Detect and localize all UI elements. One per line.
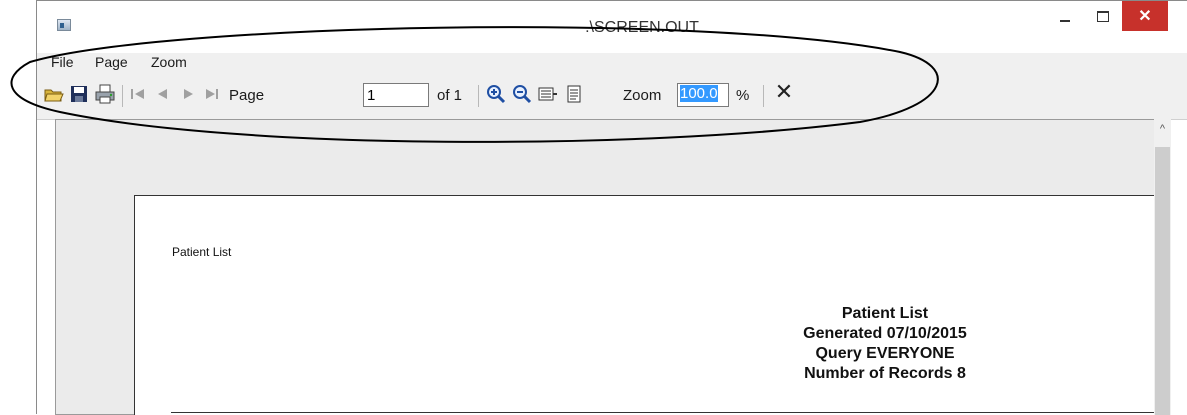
first-page-icon — [131, 89, 144, 99]
save-button[interactable] — [68, 83, 90, 105]
report-header: Patient List Generated 07/10/2015 Query … — [745, 304, 1025, 384]
zoom-out-button[interactable] — [511, 83, 533, 105]
page-count-label: of 1 — [437, 87, 463, 104]
zoom-value: 100.0 — [680, 85, 718, 102]
close-preview-button[interactable]: ✕ — [773, 79, 795, 104]
page-label: Page — [229, 87, 265, 104]
scroll-up-icon[interactable]: ^ — [1154, 123, 1171, 137]
page-width-button[interactable] — [537, 83, 559, 105]
open-folder-icon — [44, 89, 64, 102]
toolbar-separator — [763, 85, 764, 107]
save-disk-icon — [71, 86, 87, 102]
vertical-scrollbar[interactable]: ^ — [1154, 119, 1171, 415]
close-button[interactable]: ✕ — [1122, 1, 1168, 31]
report-divider — [171, 412, 1154, 413]
menu-page[interactable]: Page — [95, 54, 128, 70]
close-icon: ✕ — [1138, 8, 1152, 25]
whole-page-button[interactable] — [563, 83, 585, 105]
toolbar: Page of 1 — [37, 73, 1187, 120]
title-bar: .\SCREEN.OUT ✕ — [37, 1, 1187, 45]
first-page-button[interactable] — [128, 83, 148, 105]
menu-zoom[interactable]: Zoom — [151, 54, 187, 70]
page-number-input[interactable] — [363, 83, 429, 107]
next-page-icon — [184, 89, 193, 99]
last-page-button[interactable] — [201, 83, 223, 105]
percent-label: % — [736, 87, 750, 104]
preview-window: .\SCREEN.OUT ✕ File Page Zoom Page 1 of … — [36, 0, 1187, 415]
report-small-title: Patient List — [172, 245, 232, 259]
maximize-button[interactable] — [1086, 1, 1120, 31]
previous-page-icon — [158, 89, 167, 99]
page-width-icon — [538, 87, 557, 101]
report-query: Query EVERYONE — [815, 345, 955, 362]
minimize-button[interactable] — [1048, 1, 1082, 31]
next-page-button[interactable] — [179, 83, 199, 105]
window-title: .\SCREEN.OUT — [585, 19, 699, 36]
report-record-count: Number of Records 8 — [804, 365, 966, 382]
toolbar-separator — [478, 85, 479, 107]
zoom-out-icon — [513, 85, 532, 104]
zoom-input[interactable]: 100.0 — [677, 83, 729, 107]
zoom-in-button[interactable] — [485, 83, 507, 105]
whole-page-icon — [567, 85, 581, 103]
report-title: Patient List — [841, 305, 929, 322]
zoom-in-icon — [487, 85, 506, 104]
close-preview-icon: ✕ — [774, 79, 794, 104]
menu-bar: File Page Zoom — [37, 53, 1187, 73]
zoom-label: Zoom — [623, 87, 662, 104]
previous-page-button[interactable] — [152, 83, 172, 105]
report-generated: Generated 07/10/2015 — [803, 325, 967, 342]
menu-file[interactable]: File — [51, 54, 74, 70]
printer-icon — [95, 84, 115, 104]
toolbar-separator — [122, 85, 123, 107]
print-button[interactable] — [93, 83, 117, 105]
maximize-icon — [1097, 10, 1109, 22]
scrollbar-thumb[interactable] — [1155, 147, 1170, 415]
open-button[interactable] — [43, 83, 65, 105]
report-page: Patient List Patient List Generated 07/1… — [134, 195, 1154, 415]
last-page-icon — [206, 89, 218, 99]
minimize-icon — [1060, 20, 1070, 22]
